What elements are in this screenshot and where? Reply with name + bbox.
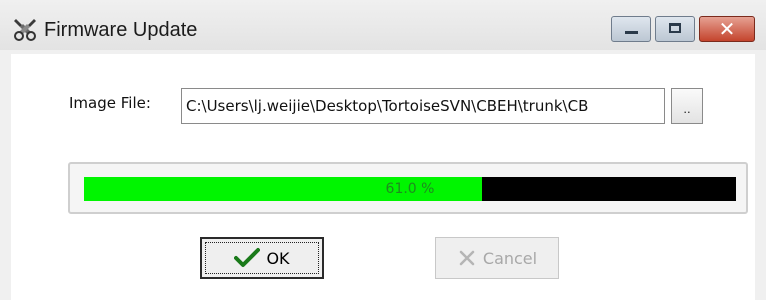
title-bar[interactable]: Firmware Update ✕ <box>0 0 766 50</box>
cancel-label: Cancel <box>482 248 538 268</box>
x-icon <box>459 250 475 266</box>
image-file-field[interactable]: C:\Users\lj.weijie\Desktop\TortoiseSVN\C… <box>181 88 665 124</box>
window-title: Firmware Update <box>44 19 198 41</box>
minimize-icon <box>625 31 638 34</box>
check-icon <box>234 248 261 267</box>
ok-button[interactable]: OK <box>200 237 324 279</box>
close-button[interactable]: ✕ <box>699 16 755 42</box>
firmware-update-window: Firmware Update ✕ Image File: C:\Users\l… <box>0 0 766 300</box>
progress-frame: 61.0 % <box>68 162 748 214</box>
close-icon: ✕ <box>718 17 736 41</box>
progress-percent-text: 61.0 % <box>385 181 435 197</box>
tools-icon <box>14 19 36 41</box>
minimize-button[interactable] <box>611 16 651 42</box>
image-file-label: Image File: <box>69 94 151 112</box>
dialog-body: Image File: C:\Users\lj.weijie\Desktop\T… <box>11 54 755 300</box>
maximize-button[interactable] <box>655 16 695 42</box>
cancel-button[interactable]: Cancel <box>435 237 559 279</box>
browse-button[interactable]: .. <box>671 88 703 124</box>
progress-bar: 61.0 % <box>84 177 736 201</box>
maximize-icon <box>669 23 681 33</box>
ok-label: OK <box>266 248 290 268</box>
